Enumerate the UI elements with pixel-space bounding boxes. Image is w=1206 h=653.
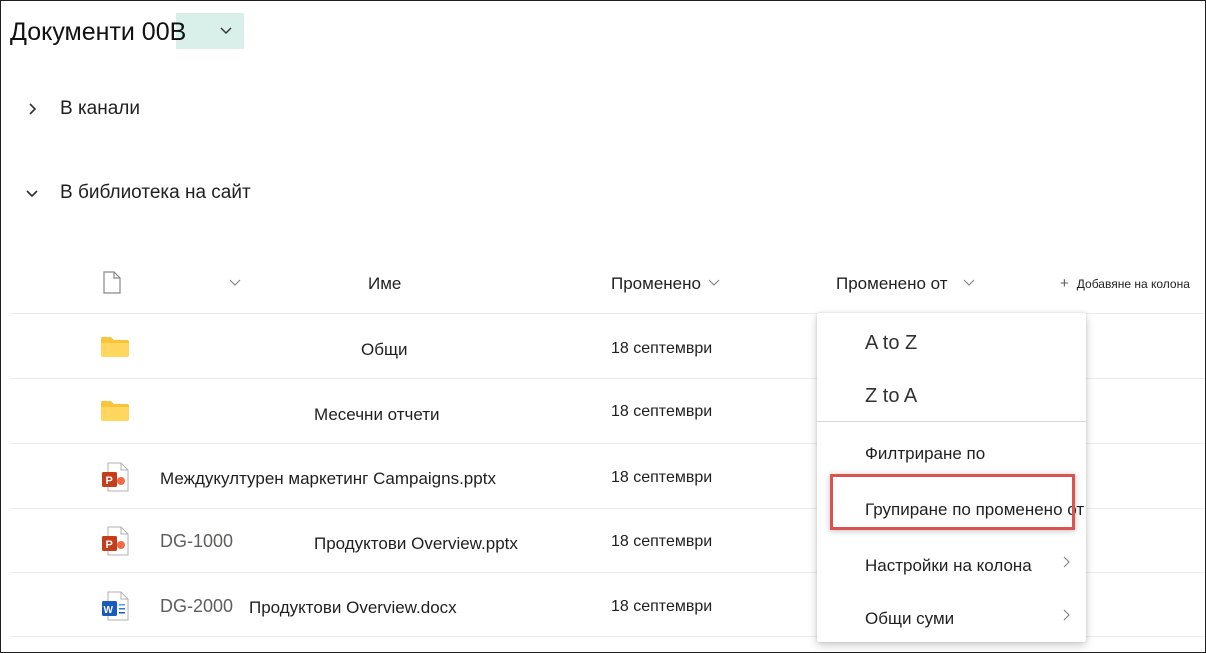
column-header-modified[interactable]: Променено [611,274,701,294]
column-header-modified-by[interactable]: Променено от [836,274,948,294]
add-column-label: Добавяне на колона [1076,277,1190,291]
powerpoint-file-icon: P [102,526,129,556]
file-type-icon[interactable] [103,271,121,294]
folder-icon [101,337,129,357]
menu-item-filter-by[interactable]: Филтриране по [865,444,985,464]
chevron-down-icon[interactable] [228,276,242,290]
modified-date: 18 септември [611,533,713,550]
menu-item-sort-z-to-a[interactable]: Z to A [865,385,917,408]
add-column-button[interactable]: + Добавяне на колона [1060,275,1190,292]
section-in-channels[interactable]: В канали [24,98,140,120]
highlight-box [830,474,1075,530]
file-name[interactable]: Месечни отчети [314,405,440,425]
section-label: В канали [60,98,141,119]
section-site-library[interactable]: В библиотека на сайт [24,182,251,204]
column-context-menu: A to Z Z to A Филтриране по Групиране по… [817,313,1086,642]
word-file-icon: W [102,591,129,621]
chevron-down-icon[interactable] [962,276,976,290]
modified-date: 18 септември [611,403,713,420]
chevron-right-icon [1063,556,1070,568]
chevron-down-icon[interactable] [218,22,234,38]
modified-date: 18 септември [611,598,713,615]
library-title[interactable]: Документи 00В [10,18,186,47]
document-id: DG-1000 [160,531,234,551]
chevron-right-icon [1063,609,1070,621]
file-name[interactable]: Продуктови Overview.docx [249,598,457,618]
svg-text:P: P [106,539,113,551]
column-header-name[interactable]: Име [368,274,401,294]
document-id: DG-2000 [160,596,234,616]
folder-icon [101,401,129,421]
menu-item-column-settings[interactable]: Настройки на колона [865,556,1032,576]
file-name[interactable]: Общи [361,340,407,360]
menu-item-sort-a-to-z[interactable]: A to Z [865,332,917,355]
plus-icon: + [1060,275,1069,292]
chevron-down-icon[interactable] [707,276,721,290]
section-label: В библиотека на сайт [60,182,251,203]
chevron-down-icon [26,190,38,198]
chevron-right-icon [29,103,37,115]
svg-text:P: P [106,475,113,487]
file-name[interactable]: Междукултурен маркетинг Campaigns.pptx [160,469,496,489]
modified-date: 18 септември [611,469,713,486]
menu-item-totals[interactable]: Общи суми [865,609,954,629]
file-name[interactable]: Продуктови Overview.pptx [314,534,518,554]
powerpoint-file-icon: P [102,462,129,492]
svg-text:W: W [104,605,114,616]
modified-date: 18 септември [611,340,713,357]
menu-divider [817,421,1086,422]
